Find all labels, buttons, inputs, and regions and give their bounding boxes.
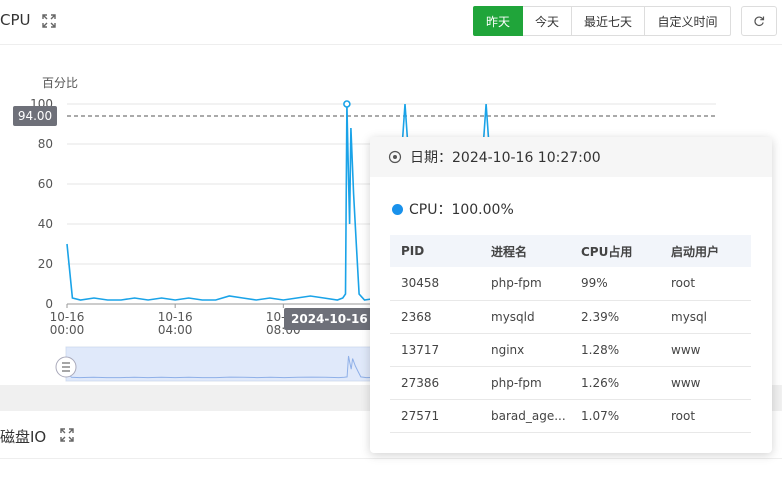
y-tick-label: 20 — [38, 257, 53, 271]
cell-pid: 30458 — [390, 267, 480, 301]
cell-process-name: nginx — [480, 333, 570, 367]
x-tick-label: 04:00 — [158, 323, 193, 337]
cell-pid: 2368 — [390, 300, 480, 334]
series-color-dot — [392, 203, 403, 215]
x-tick-label: 10-16 — [158, 310, 193, 324]
process-table: PID 进程名 CPU占用 启动用户 30458 php-fpm 99% root 23… — [390, 235, 751, 433]
table-row: 27571 barad_age... 1.07% root — [390, 399, 751, 433]
cell-cpu-usage: 1.28% — [570, 333, 660, 367]
table-row: 27386 php-fpm 1.26% www — [390, 366, 751, 400]
y-tick-label: 60 — [38, 177, 53, 191]
cell-pid: 27386 — [390, 366, 480, 400]
column-header-cpu: CPU占用 — [570, 235, 660, 267]
tooltip-date: 日期：2024-10-16 10:27:00 — [410, 150, 601, 166]
cell-user: www — [660, 333, 751, 367]
y-tick-label: 80 — [38, 137, 53, 151]
x-axis-ticks: 10-1600:0010-1604:0010-1608:00 — [50, 304, 301, 337]
marker-value-label: 94.00 — [18, 109, 52, 123]
cell-pid: 27571 — [390, 399, 480, 433]
cell-user: root — [660, 267, 751, 301]
column-header-pid: PID — [390, 235, 480, 267]
cell-process-name: barad_age... — [480, 399, 570, 433]
tooltip-series-value: CPU：100.00% — [392, 199, 514, 219]
cell-cpu-usage: 2.39% — [570, 300, 660, 334]
cell-process-name: php-fpm — [480, 366, 570, 400]
cell-cpu-usage: 99% — [570, 267, 660, 301]
cell-process-name: php-fpm — [480, 267, 570, 301]
x-tick-label: 10-16 — [50, 310, 85, 324]
tooltip-header: 日期：2024-10-16 10:27:00 — [370, 137, 772, 177]
clock-icon — [388, 150, 402, 164]
y-axis-ticks: 020406080100 — [30, 97, 53, 311]
cell-cpu-usage: 1.26% — [570, 366, 660, 400]
cell-user: www — [660, 366, 751, 400]
table-header-row: PID 进程名 CPU占用 启动用户 — [390, 235, 751, 267]
cell-cpu-usage: 1.07% — [570, 399, 660, 433]
table-row: 30458 php-fpm 99% root — [390, 267, 751, 301]
marker-value-badge: 94.00 — [13, 106, 57, 126]
zoom-handle-left[interactable] — [55, 356, 77, 378]
cell-user: mysql — [660, 300, 751, 334]
disk-header-divider — [0, 458, 782, 459]
disk-io-panel-title: 磁盘IO — [0, 428, 47, 446]
cell-user: root — [660, 399, 751, 433]
cell-pid: 13717 — [390, 333, 480, 367]
table-row: 2368 mysqld 2.39% mysql — [390, 300, 751, 334]
y-axis-label: 百分比 — [42, 76, 78, 90]
cell-process-name: mysqld — [480, 300, 570, 334]
table-row: 13717 nginx 1.28% www — [390, 333, 751, 367]
column-header-user: 启动用户 — [660, 235, 751, 267]
tooltip-series-label: CPU：100.00% — [409, 202, 514, 218]
y-tick-label: 0 — [45, 297, 53, 311]
hover-data-point — [343, 100, 351, 108]
x-tick-label: 00:00 — [50, 323, 85, 337]
process-tooltip: 日期：2024-10-16 10:27:00 CPU：100.00% PID 进… — [370, 137, 772, 453]
column-header-process: 进程名 — [480, 235, 570, 267]
expand-icon[interactable] — [59, 427, 75, 443]
y-tick-label: 40 — [38, 217, 53, 231]
